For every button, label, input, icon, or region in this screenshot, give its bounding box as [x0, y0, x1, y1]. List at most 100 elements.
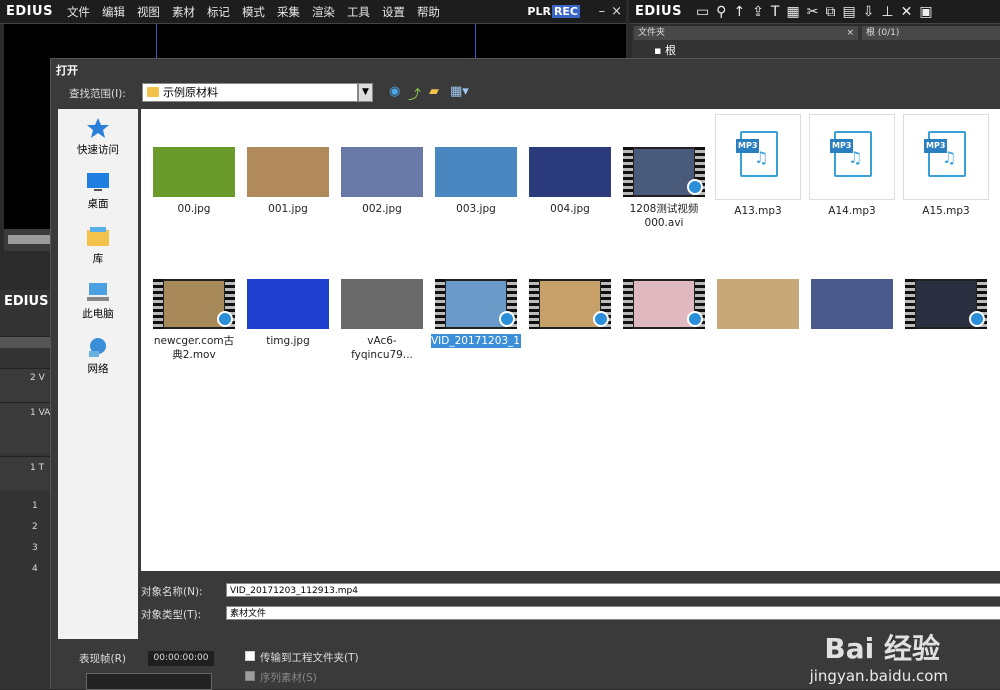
- image-thumbnail: [435, 147, 517, 197]
- music-note-icon: ♫: [942, 148, 957, 167]
- media-badge-icon: [969, 311, 985, 327]
- sequence-checkbox[interactable]: [245, 671, 255, 681]
- marker-icon[interactable]: ⊥: [881, 4, 893, 20]
- video-thumbnail: [623, 147, 705, 197]
- lookin-dropdown-button[interactable]: ▼: [358, 83, 373, 102]
- file-tile[interactable]: MP3 ♫ A15.mp3: [901, 114, 991, 218]
- add-to-timeline-icon[interactable]: ⇩: [863, 4, 875, 20]
- file-tile[interactable]: MP3 ♫ A13.mp3: [713, 114, 803, 218]
- menu-item[interactable]: 采集: [271, 4, 306, 20]
- place-library[interactable]: 库: [58, 226, 138, 266]
- image-thumbnail: [247, 279, 329, 329]
- copy-icon[interactable]: ⧉: [825, 4, 835, 20]
- place-desktop[interactable]: 桌面: [58, 171, 138, 211]
- app-brand: EDIUS: [6, 4, 53, 19]
- close-icon[interactable]: ×: [611, 4, 622, 19]
- file-tile[interactable]: [619, 279, 709, 334]
- track-1t[interactable]: [0, 456, 52, 490]
- open-dialog: 打开 查找范围(I): 示例原材料 ▼ ◉ ⤴ ▰ ▦▾ 快速访问 桌面 库 此…: [50, 58, 1000, 690]
- transfer-checkbox[interactable]: [245, 651, 255, 661]
- menu-item[interactable]: 视图: [131, 4, 166, 20]
- main-menubar: EDIUS 文件 编辑 视图 素材 标记 模式 采集 渲染 工具 设置 帮助 PLR REC – ×: [0, 0, 626, 24]
- up-folder-icon[interactable]: ⤴: [408, 84, 421, 103]
- place-this-pc[interactable]: 此电脑: [58, 281, 138, 321]
- properties-icon[interactable]: ▣: [919, 4, 932, 20]
- search-icon[interactable]: ⚲: [716, 4, 726, 20]
- menu-item[interactable]: 渲染: [306, 4, 341, 20]
- music-note-icon: ♫: [754, 148, 769, 167]
- title-icon[interactable]: T: [771, 4, 780, 20]
- root-folder[interactable]: ▪ 根: [654, 42, 676, 58]
- file-tile[interactable]: 003.jpg: [431, 147, 521, 216]
- file-tile[interactable]: [525, 279, 615, 334]
- menu-item[interactable]: 帮助: [411, 4, 446, 20]
- menu-item[interactable]: 编辑: [96, 4, 131, 20]
- object-type-select[interactable]: 素材文件: [226, 606, 1000, 620]
- file-tile[interactable]: 00.jpg: [149, 147, 239, 216]
- lookin-select[interactable]: 示例原材料: [142, 83, 358, 102]
- mp3-icon: MP3 ♫: [903, 114, 989, 200]
- file-list: 00.jpg 001.jpg 002.jpg 003.jpg 004.jpg 1208测试…: [141, 109, 1000, 571]
- image-thumbnail: [529, 147, 611, 197]
- delete-icon[interactable]: ✕: [901, 4, 913, 20]
- view-menu-icon[interactable]: ▦▾: [450, 84, 469, 99]
- timeline-panel: EDIUS 2 V 1 VA 1 T 1 2 3 4: [0, 290, 52, 689]
- cut-icon[interactable]: ✂: [807, 4, 819, 20]
- minimize-icon[interactable]: –: [599, 4, 606, 19]
- video-thumbnail: [529, 279, 611, 329]
- media-badge-icon: [217, 311, 233, 327]
- menu-item[interactable]: 工具: [341, 4, 376, 20]
- media-badge-icon: [593, 311, 609, 327]
- mp3-icon: MP3 ♫: [715, 114, 801, 200]
- up-folder-icon[interactable]: ↑: [733, 4, 745, 20]
- menu-item[interactable]: 标记: [201, 4, 236, 20]
- timeline-header: [0, 336, 52, 348]
- file-tile[interactable]: 1208测试视频000.avi: [619, 147, 709, 230]
- file-name: vAc6-fyqincu79...: [351, 335, 413, 361]
- file-name: 002.jpg: [362, 203, 402, 215]
- track-label: 1: [32, 501, 38, 511]
- file-tile[interactable]: [807, 279, 897, 334]
- player-scrubber[interactable]: [4, 229, 52, 251]
- plr-rec-indicator[interactable]: PLR REC: [527, 5, 580, 18]
- media-badge-icon: [499, 311, 515, 327]
- bin-tools: ▭ ⚲ ↑ ⇪ T ▦ ✂ ⧉ ▤ ⇩ ⊥ ✕ ▣: [696, 4, 933, 20]
- menu-item[interactable]: 文件: [61, 4, 96, 20]
- file-tile[interactable]: newcger.com古典2.mov: [149, 279, 239, 362]
- watermark-brand: Bai 经验: [824, 632, 940, 665]
- place-quick-access[interactable]: 快速访问: [58, 117, 138, 157]
- bin-toolbar: EDIUS ▭ ⚲ ↑ ⇪ T ▦ ✂ ⧉ ▤ ⇩ ⊥ ✕ ▣: [629, 0, 1000, 24]
- menu-item[interactable]: 模式: [236, 4, 271, 20]
- paste-icon[interactable]: ▤: [842, 4, 855, 20]
- new-folder-icon[interactable]: ▭: [696, 4, 709, 20]
- video-thumbnail: [153, 279, 235, 329]
- file-tile[interactable]: MP3 ♫ A14.mp3: [807, 114, 897, 218]
- timeline-brand: EDIUS: [4, 294, 49, 309]
- desktop-icon: [87, 173, 109, 191]
- image-thumbnail: [153, 147, 235, 197]
- color-bar-icon[interactable]: ▦: [786, 4, 799, 20]
- file-tile[interactable]: timg.jpg: [243, 279, 333, 348]
- file-name: 00.jpg: [177, 203, 211, 215]
- file-tile[interactable]: vAc6-fyqincu79...: [337, 279, 427, 362]
- menu-item[interactable]: 设置: [376, 4, 411, 20]
- timecode-field[interactable]: 00:00:00:00: [148, 651, 214, 666]
- file-tile[interactable]: 002.jpg: [337, 147, 427, 216]
- add-clip-icon[interactable]: ⇪: [752, 4, 764, 20]
- file-tile[interactable]: 004.jpg: [525, 147, 615, 216]
- new-folder-icon[interactable]: ▰: [429, 84, 439, 99]
- menu-item[interactable]: 素材: [166, 4, 201, 20]
- file-tile[interactable]: [713, 279, 803, 334]
- file-tile[interactable]: 001.jpg: [243, 147, 333, 216]
- track-label: 1 T: [30, 463, 45, 473]
- place-network[interactable]: 网络: [58, 336, 138, 376]
- file-tile[interactable]: [901, 279, 991, 334]
- image-thumbnail: [717, 279, 799, 329]
- file-tile[interactable]: VID_20171203_112913.mp4: [431, 279, 580, 348]
- close-icon[interactable]: ×: [846, 26, 854, 40]
- music-note-icon: ♫: [848, 148, 863, 167]
- object-name-input[interactable]: VID_20171203_112913.mp4: [226, 583, 1000, 597]
- frame-preview: [86, 673, 212, 690]
- image-thumbnail: [811, 279, 893, 329]
- back-icon[interactable]: ◉: [389, 84, 400, 99]
